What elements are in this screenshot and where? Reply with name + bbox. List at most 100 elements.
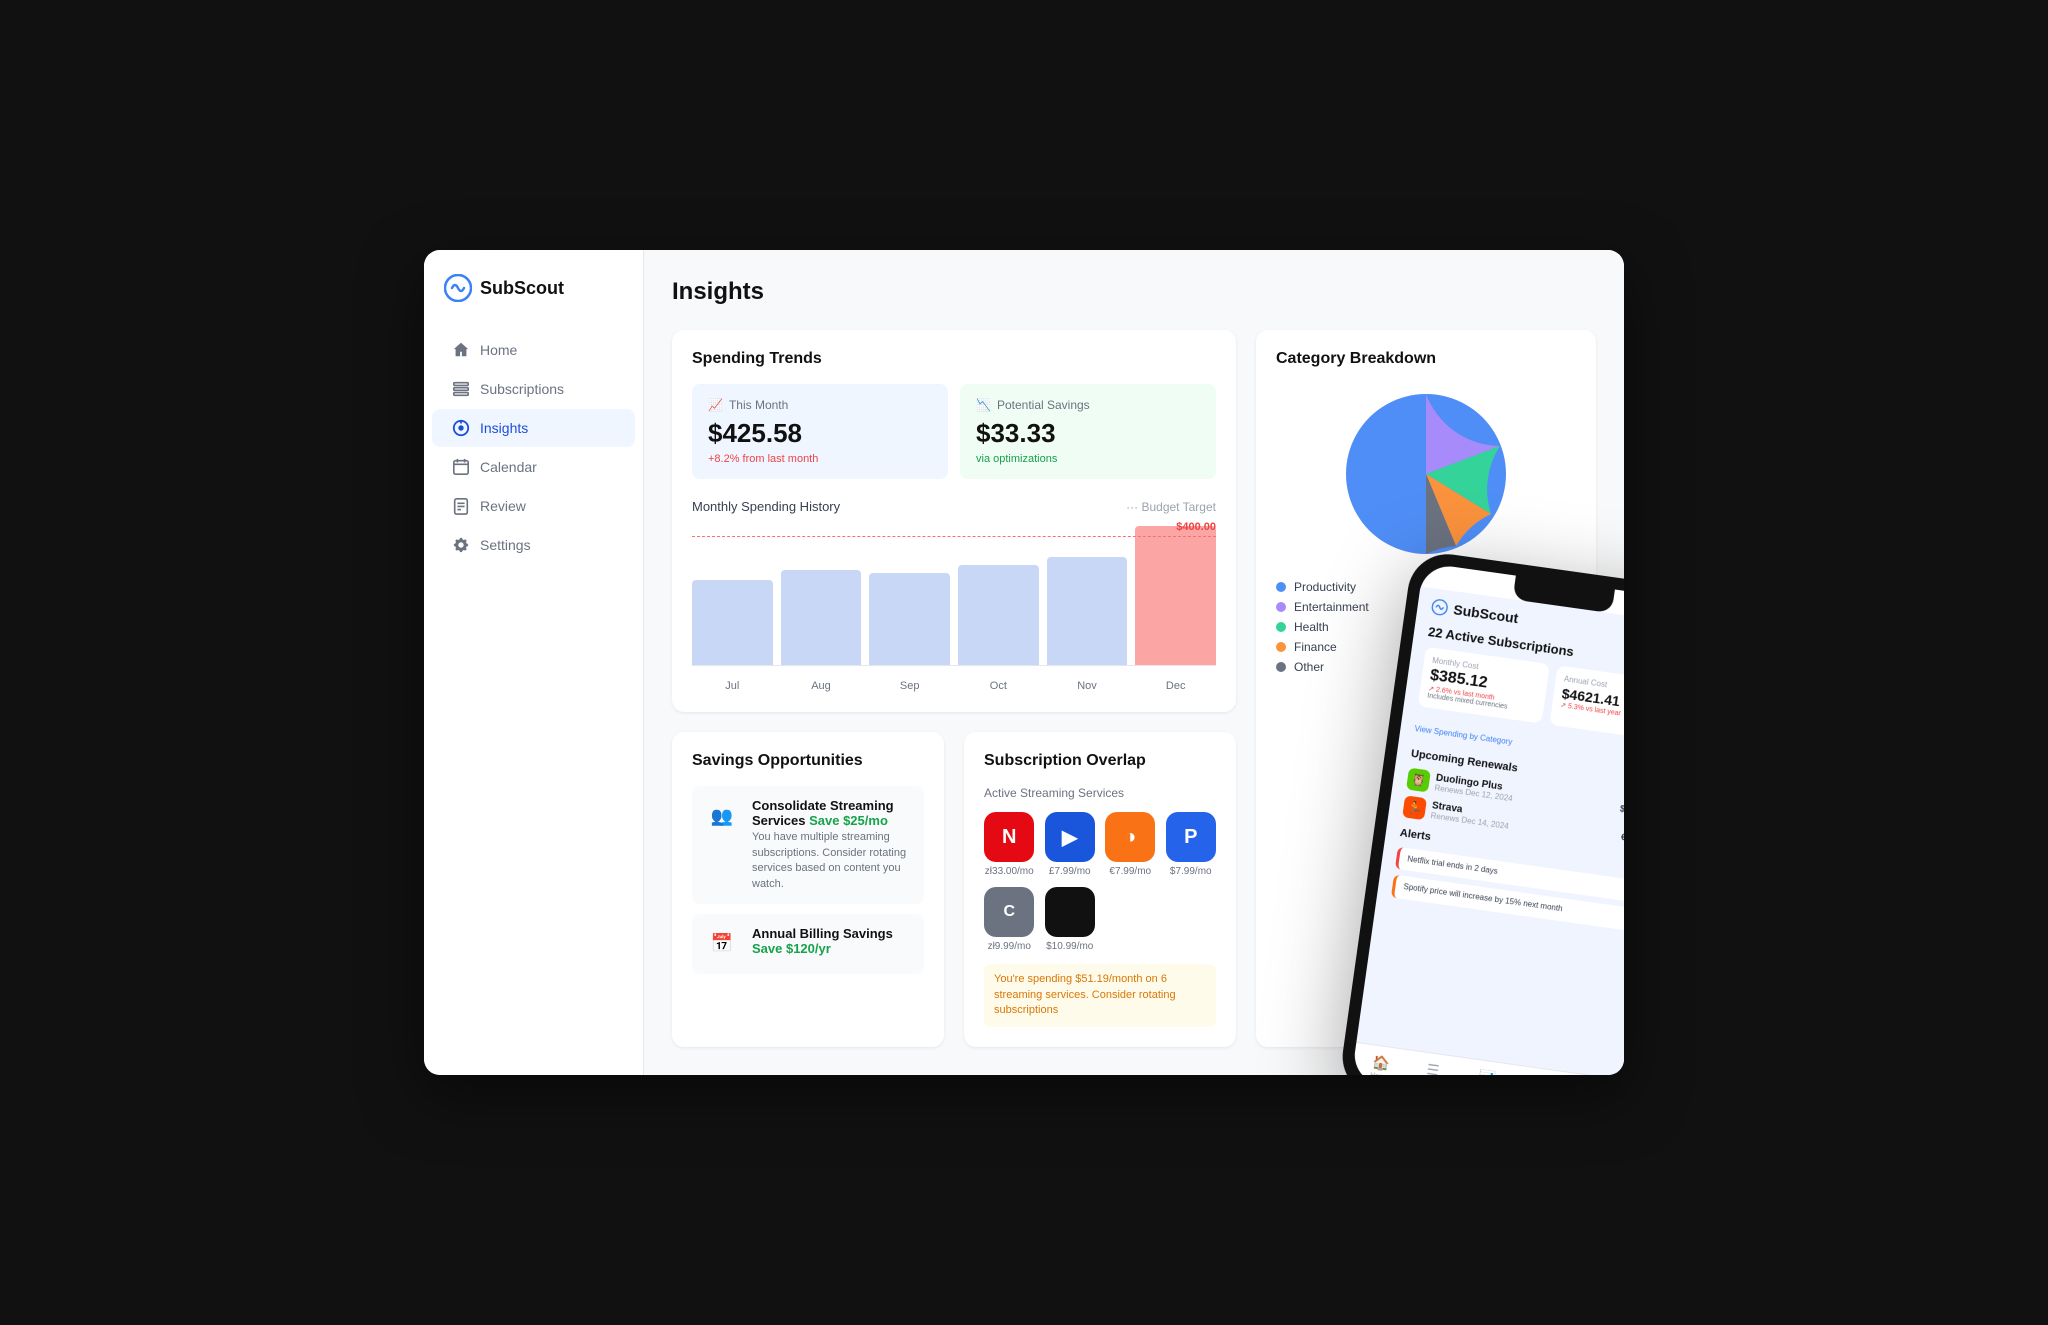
- this-month-change: +8.2% from last month: [708, 453, 932, 465]
- health-dot: [1276, 622, 1286, 632]
- bar-segment-jul: [692, 580, 773, 665]
- savings-streaming-text: Consolidate Streaming Services Save $25/…: [752, 798, 912, 892]
- savings-streaming-title: Consolidate Streaming Services Save $25/…: [752, 798, 912, 828]
- page-title: Insights: [672, 278, 1596, 306]
- overlap-title: Subscription Overlap: [984, 752, 1216, 770]
- canal-price: zł9.99/mo: [988, 941, 1031, 952]
- home-icon: [452, 341, 470, 359]
- canal-icon: C: [984, 887, 1034, 937]
- sidebar-item-review[interactable]: Review: [432, 487, 635, 525]
- duolingo-icon: 🦉: [1406, 767, 1431, 792]
- savings-billing-text: Annual Billing Savings Save $120/yr: [752, 926, 912, 962]
- phone-nav-home[interactable]: 🏠 Home: [1370, 1053, 1392, 1075]
- calendar-icon: [452, 458, 470, 476]
- entertainment-dot: [1276, 602, 1286, 612]
- chart-label: Monthly Spending History: [692, 499, 840, 514]
- calendar-savings-icon: 📅: [704, 926, 740, 962]
- phone-nav-list[interactable]: ☰ List: [1424, 1061, 1440, 1075]
- budget-label: ··· Budget Target: [1126, 500, 1216, 514]
- service-icons-grid: N zł33.00/mo ▶ £7.99/mo ◑ €7.9: [984, 812, 1216, 952]
- sidebar-item-home[interactable]: Home: [432, 331, 635, 369]
- this-month-amount: $425.58: [708, 418, 932, 449]
- month-label-wrap-oct: Oct: [958, 674, 1039, 692]
- sidebar-item-calendar[interactable]: Calendar: [432, 448, 635, 486]
- netflix-icon: N: [984, 812, 1034, 862]
- duolingo-price: $12.99/mo: [1619, 803, 1624, 819]
- phone-nav-insights-icon: 📊: [1477, 1068, 1497, 1075]
- savings-sub: via optimizations: [976, 453, 1200, 465]
- overlap-note: You're spending $51.19/month on 6 stream…: [984, 964, 1216, 1026]
- budget-amount: $400.00: [1176, 521, 1216, 533]
- sidebar-label-review: Review: [480, 498, 526, 514]
- other-dot: [1276, 662, 1286, 672]
- sidebar-item-settings[interactable]: Settings: [432, 526, 635, 564]
- left-column: Spending Trends 📈 This Month $425.58 +8.…: [672, 330, 1236, 1046]
- sidebar-item-subscriptions[interactable]: Subscriptions: [432, 370, 635, 408]
- entertainment-label: Entertainment: [1294, 600, 1369, 614]
- bar-jul: [692, 526, 773, 665]
- service-apple: $10.99/mo: [1045, 887, 1096, 952]
- phone-nav-insights[interactable]: 📊 Insights: [1473, 1067, 1501, 1074]
- sidebar-label-subscriptions: Subscriptions: [480, 381, 564, 397]
- people-icon: 👥: [704, 798, 740, 834]
- other-label: Other: [1294, 660, 1324, 674]
- productivity-label: Productivity: [1294, 580, 1356, 594]
- phone-annual-cost: Annual Cost $4621.41 ↗ 5.3% vs last year: [1549, 665, 1624, 742]
- service-netflix: N zł33.00/mo: [984, 812, 1035, 877]
- savings-streaming-desc: You have multiple streaming subscription…: [752, 830, 912, 892]
- sidebar-label-calendar: Calendar: [480, 459, 537, 475]
- spending-trends-card: Spending Trends 📈 This Month $425.58 +8.…: [672, 330, 1236, 712]
- savings-item-billing: 📅 Annual Billing Savings Save $120/yr: [692, 914, 924, 974]
- savings-item-streaming: 👥 Consolidate Streaming Services Save $2…: [692, 786, 924, 904]
- phone-view-spending[interactable]: View Spending by Category: [1414, 724, 1513, 747]
- savings-streaming-save: Save $25/mo: [809, 813, 888, 828]
- month-label-aug: Aug: [811, 680, 831, 692]
- bar-aug: [781, 526, 862, 665]
- savings-opportunities-card: Savings Opportunities 👥 Consolidate Stre…: [672, 732, 944, 1046]
- pie-chart: [1336, 384, 1516, 564]
- service-crunchyroll: ◑ €7.99/mo: [1105, 812, 1156, 877]
- phone-logo-icon: [1431, 598, 1449, 616]
- sidebar-label-settings: Settings: [480, 537, 531, 553]
- apple-price: $10.99/mo: [1046, 941, 1093, 952]
- strava-icon: 🏃: [1402, 795, 1427, 820]
- savings-billing-title: Annual Billing Savings Save $120/yr: [752, 926, 912, 956]
- category-title: Category Breakdown: [1276, 350, 1576, 368]
- peacock-icon: P: [1166, 812, 1216, 862]
- spending-stats: 📈 This Month $425.58 +8.2% from last mon…: [692, 384, 1216, 479]
- paramount-icon: ▶: [1045, 812, 1095, 862]
- spending-trends-title: Spending Trends: [692, 350, 1216, 368]
- sidebar-label-insights: Insights: [480, 420, 528, 436]
- subscout-logo-icon: [444, 274, 472, 302]
- month-label-dec: Dec: [1166, 680, 1186, 692]
- bar-dec: [1135, 526, 1216, 665]
- service-paramount: ▶ £7.99/mo: [1045, 812, 1096, 877]
- phone-monthly-cost: Monthly Cost $385.12 ↗ 2.6% vs last mont…: [1418, 646, 1550, 723]
- potential-savings-label: 📉 Potential Savings: [976, 398, 1200, 412]
- pie-chart-wrap: [1276, 384, 1576, 564]
- paramount-price: £7.99/mo: [1049, 866, 1091, 877]
- overlap-subtitle: Active Streaming Services: [984, 786, 1216, 800]
- this-month-stat: 📈 This Month $425.58 +8.2% from last mon…: [692, 384, 948, 479]
- app-window: SubScout Home Subscriptions: [424, 250, 1624, 1074]
- savings-title: Savings Opportunities: [692, 752, 924, 770]
- month-label-wrap-sep: Sep: [869, 674, 950, 692]
- bar-segment-aug: [781, 570, 862, 666]
- strava-price: €9.99/mo: [1620, 831, 1624, 846]
- sidebar-item-insights[interactable]: Insights: [432, 409, 635, 447]
- potential-savings-stat: 📉 Potential Savings $33.33 via optimizat…: [960, 384, 1216, 479]
- sidebar-label-home: Home: [480, 342, 517, 358]
- month-label-wrap-aug: Aug: [781, 674, 862, 692]
- month-label-wrap-nov: Nov: [1047, 674, 1128, 692]
- bar-segment-dec: [1135, 526, 1216, 665]
- trending-up-icon: 📈: [708, 398, 723, 412]
- bar-oct: [958, 526, 1039, 665]
- sidebar-nav: Home Subscriptions Insights: [424, 330, 643, 565]
- crunchyroll-icon: ◑: [1105, 812, 1155, 862]
- bar-segment-nov: [1047, 557, 1128, 665]
- phone-nav-list-icon: ☰: [1425, 1061, 1440, 1075]
- bottom-grid: Savings Opportunities 👥 Consolidate Stre…: [672, 732, 1236, 1046]
- month-label-oct: Oct: [990, 680, 1007, 692]
- service-canal: C zł9.99/mo: [984, 887, 1035, 952]
- insights-icon: [452, 419, 470, 437]
